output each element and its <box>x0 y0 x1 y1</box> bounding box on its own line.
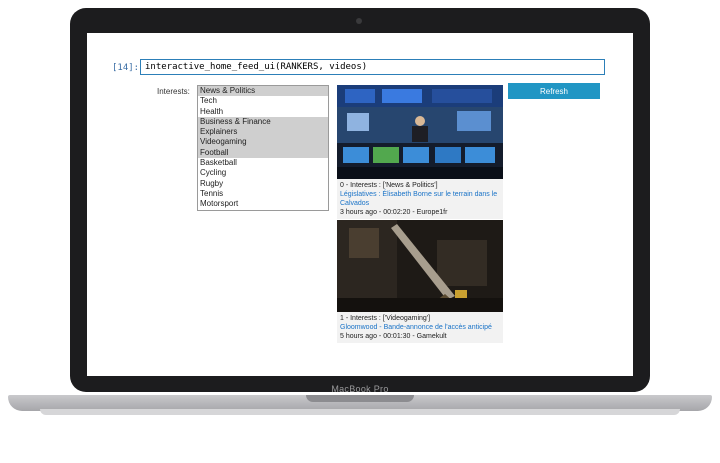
interest-option-rugby[interactable]: Rugby <box>198 179 328 189</box>
interest-option-explainers[interactable]: Explainers <box>198 127 328 138</box>
interest-option-news-politics[interactable]: News & Politics <box>198 86 328 97</box>
device-label: MacBook Pro <box>331 384 389 394</box>
interests-multiselect[interactable]: News & Politics Tech Health Business & F… <box>197 85 329 211</box>
interest-option-business-finance[interactable]: Business & Finance <box>198 116 328 128</box>
video-info: 3 hours ago - 00:02:20 - Europe1fr <box>340 209 448 216</box>
screen: [14]: interactive_home_feed_ui(RANKERS, … <box>87 33 633 376</box>
video-title-link[interactable]: Gloomwood - Bande-annonce de l'accès ant… <box>340 323 501 332</box>
laptop-notch <box>306 395 414 402</box>
interest-option-tennis[interactable]: Tennis <box>198 189 328 199</box>
interest-option-videogaming[interactable]: Videogaming <box>198 137 328 148</box>
refresh-button[interactable]: Refresh <box>508 83 600 99</box>
interest-option-health[interactable]: Health <box>198 107 328 117</box>
video-card[interactable]: 1 - Interests : ['Videogaming'] Gloomwoo… <box>337 220 503 343</box>
interest-option-basketball[interactable]: Basketball <box>198 158 328 168</box>
code-cell-input[interactable]: interactive_home_feed_ui(RANKERS, videos… <box>140 59 605 75</box>
video-meta: 1 - Interests : ['Videogaming'] <box>340 315 431 322</box>
laptop-foot <box>40 409 680 415</box>
interests-label: Interests: <box>157 87 190 96</box>
interest-option-tech[interactable]: Tech <box>198 96 328 106</box>
cell-prompt: [14]: <box>112 63 140 73</box>
news-studio-thumbnail[interactable] <box>337 85 503 179</box>
video-title-link[interactable]: Législatives : Élisabeth Borne sur le te… <box>340 190 501 208</box>
video-card[interactable]: 0 - Interests : ['News & Politics'] Légi… <box>337 85 503 219</box>
interest-option-motorsport[interactable]: Motorsport <box>198 199 328 209</box>
interest-option-football[interactable]: Football <box>198 147 328 159</box>
game-thumbnail[interactable] <box>337 220 503 312</box>
interest-option-cycling[interactable]: Cycling <box>198 168 328 178</box>
video-info: 5 hours ago - 00:01:30 - Gamekult <box>340 333 447 340</box>
camera-icon <box>356 18 362 24</box>
video-meta: 0 - Interests : ['News & Politics'] <box>340 182 438 189</box>
